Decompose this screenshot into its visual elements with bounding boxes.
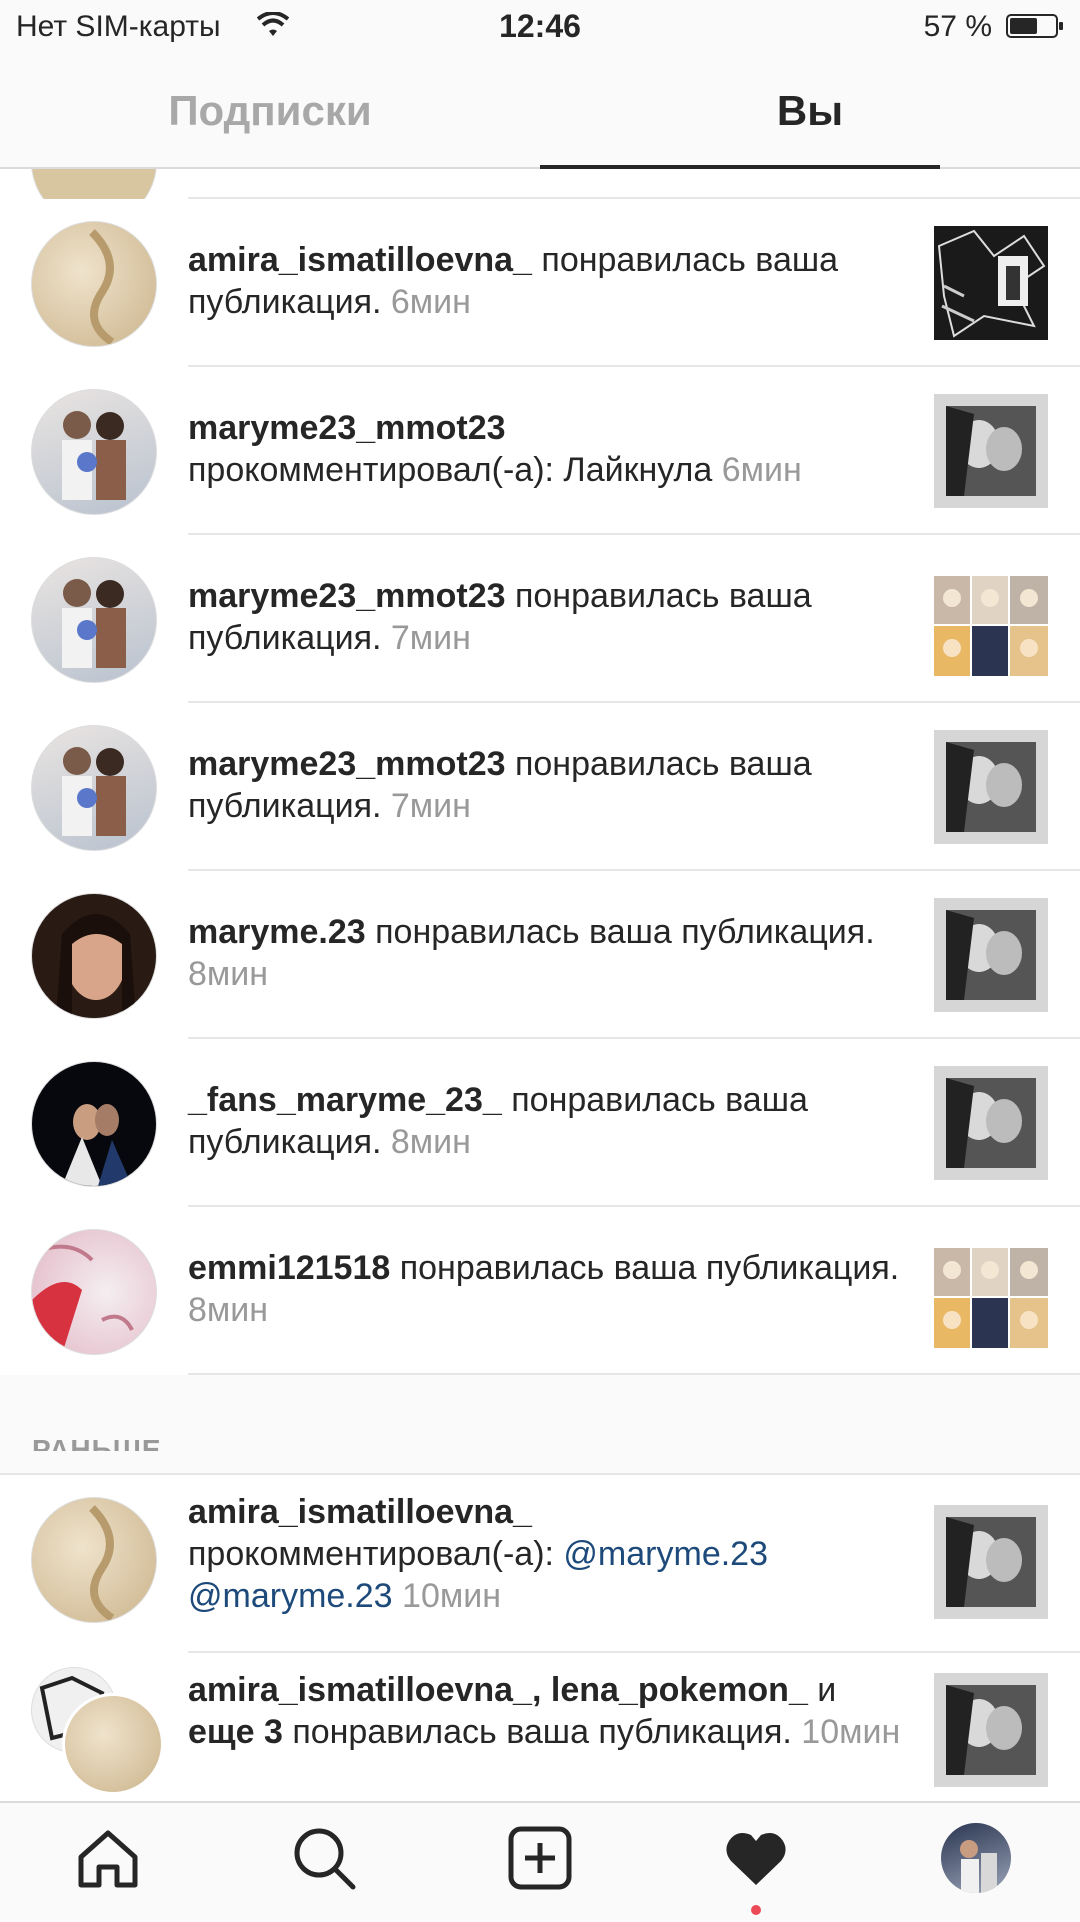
avatar[interactable] [31,221,157,347]
heart-icon[interactable] [721,1823,791,1893]
avatar[interactable] [31,1497,157,1623]
post-thumbnail[interactable] [934,1066,1048,1180]
home-icon[interactable] [73,1823,143,1893]
notification-feed[interactable]: amira_ismatilloevna_ понравилась ваша пу… [0,169,1080,1801]
username[interactable]: maryme23_mmot23 [188,745,506,783]
list-item[interactable]: amira_ismatilloevna_ понравилась ваша пу… [0,199,1080,367]
post-thumbnail[interactable] [934,1673,1048,1787]
notification-text: maryme.23 понравилась ваша публикация. 8… [188,913,875,993]
collage-image [934,226,1048,340]
avatar-image [56,914,136,1018]
avatar-image [32,1244,134,1354]
post-thumbnail[interactable] [934,730,1048,844]
mention-link[interactable]: @maryme.23 [563,1535,768,1573]
bw-photo [946,1685,1036,1775]
tab-following[interactable]: Подписки [0,55,540,167]
avatar-image [62,411,126,500]
username[interactable]: maryme.23 [188,913,366,951]
list-item[interactable]: _fans_maryme_23_ понравилась ваша публик… [0,1039,1080,1207]
post-thumbnail[interactable] [934,1234,1048,1348]
username[interactable]: maryme23_mmot23 [188,577,506,615]
mention-link[interactable]: @maryme.23 [188,1577,393,1615]
others-link[interactable]: еще 3 [188,1713,283,1751]
list-item[interactable]: maryme23_mmot23 понравилась ваша публика… [0,535,1080,703]
avatar[interactable] [31,725,157,851]
avatar[interactable] [31,389,157,515]
notification-text: maryme23_mmot23 понравилась ваша публика… [188,577,812,657]
notification-text: emmi121518 понравилась ваша публикация. … [188,1249,900,1329]
username[interactable]: lena_pokemon_ [551,1671,808,1709]
list-item[interactable] [0,169,1080,225]
username[interactable]: amira_ismatilloevna_ [188,1671,532,1709]
list-item[interactable]: maryme23_mmot23 понравилась ваша публика… [0,703,1080,871]
clock: 12:46 [499,8,581,44]
photo-grid [934,1248,1048,1348]
add-post-icon[interactable] [505,1823,575,1893]
list-item[interactable]: maryme.23 понравилась ваша публикация. 8… [0,871,1080,1039]
battery-percent: 57 % [923,10,992,43]
bw-photo [946,910,1036,1000]
battery-icon [1006,14,1063,38]
notification-text: amira_ismatilloevna_ прокомментировал(-а… [188,1493,768,1615]
avatar[interactable] [31,1229,157,1355]
username[interactable]: amira_ismatilloevna_ [188,241,532,279]
section-separator [0,1451,1080,1475]
avatar[interactable] [31,893,157,1019]
post-thumbnail[interactable] [934,562,1048,676]
avatar-image [89,1505,115,1622]
avatar-image [62,747,126,836]
avatar-image [960,1840,997,1893]
avatar[interactable] [31,1061,157,1187]
list-item[interactable]: maryme23_mmot23 прокомментировал(-а): Ла… [0,367,1080,535]
post-thumbnail[interactable] [934,394,1048,508]
bottom-nav [0,1801,1080,1922]
list-item[interactable]: amira_ismatilloevna_ прокомментировал(-а… [0,1475,1080,1653]
bw-photo [946,1078,1036,1168]
bw-photo [946,406,1036,496]
activity-dot [751,1905,761,1915]
notification-text: maryme23_mmot23 прокомментировал(-а): Ла… [188,409,802,489]
username[interactable]: emmi121518 [188,1249,390,1287]
profile-avatar[interactable] [941,1823,1011,1893]
bw-photo [946,742,1036,832]
avatar-image [62,1104,132,1186]
notification-text: maryme23_mmot23 понравилась ваша публика… [188,745,812,825]
username[interactable]: maryme23_mmot23 [188,409,506,447]
avatar-image [62,579,126,668]
list-item[interactable]: emmi121518 понравилась ваша публикация. … [0,1207,1080,1375]
post-thumbnail[interactable] [934,226,1048,340]
avatar-stack-front[interactable] [62,1693,164,1795]
notification-text: amira_ismatilloevna_ понравилась ваша пу… [188,241,839,321]
username[interactable]: amira_ismatilloevna_ [188,1493,532,1531]
post-thumbnail[interactable] [934,898,1048,1012]
status-bar: Нет SIM-карты 12:46 57 % [0,0,1080,55]
list-item[interactable]: amira_ismatilloevna_, lena_pokemon_ и ещ… [0,1653,1080,1801]
notification-text: amira_ismatilloevna_, lena_pokemon_ и ещ… [188,1671,901,1751]
activity-tabs: Подписки Вы [0,55,1080,169]
post-thumbnail[interactable] [934,1505,1048,1619]
search-icon[interactable] [289,1823,359,1893]
photo-grid [934,576,1048,676]
section-earlier [0,1375,1080,1451]
avatar[interactable] [31,557,157,683]
tab-you[interactable]: Вы [540,55,1080,167]
avatar-image [89,229,115,346]
username[interactable]: _fans_maryme_23_ [188,1081,502,1119]
notification-text: _fans_maryme_23_ понравилась ваша публик… [188,1081,808,1161]
bw-photo [946,1517,1036,1607]
